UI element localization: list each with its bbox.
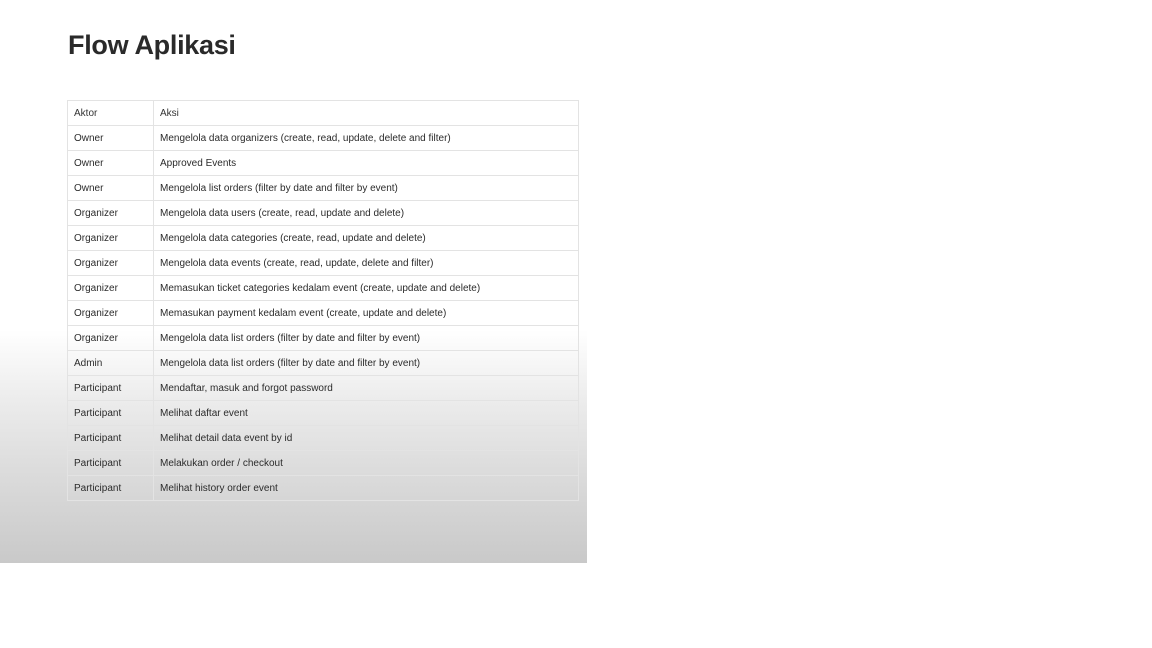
table-row: Owner Mengelola list orders (filter by da… bbox=[67, 175, 579, 201]
actor-cell: Participant bbox=[67, 400, 154, 426]
slide-title: Flow Aplikasi bbox=[68, 30, 236, 60]
action-cell: Melihat daftar event bbox=[153, 400, 579, 426]
actor-cell: Owner bbox=[67, 175, 154, 201]
table-row: Organizer Mengelola data list orders (fil… bbox=[67, 325, 579, 351]
table-row: Organizer Mengelola data users (create, r… bbox=[67, 200, 579, 226]
actor-cell: Participant bbox=[67, 425, 154, 451]
actor-cell: Organizer bbox=[67, 250, 154, 276]
table-row: Participant Melakukan order / checkout bbox=[67, 450, 579, 476]
action-cell: Mengelola data list orders (filter by da… bbox=[153, 325, 579, 351]
actor-cell: Participant bbox=[67, 450, 154, 476]
table-row: Organizer Mengelola data events (create, … bbox=[67, 250, 579, 276]
actor-cell: Owner bbox=[67, 125, 154, 151]
actor-cell: Participant bbox=[67, 475, 154, 501]
actor-cell: Organizer bbox=[67, 300, 154, 326]
table-row: Admin Mengelola data list orders (filter … bbox=[67, 350, 579, 376]
action-cell: Melihat history order event bbox=[153, 475, 579, 501]
header-actor: Aktor bbox=[67, 100, 154, 126]
table-row: Participant Mendaftar, masuk and forgot p… bbox=[67, 375, 579, 401]
table-body: Aktor Aksi Owner Mengelola data organizer… bbox=[67, 100, 579, 501]
action-cell: Memasukan payment kedalam event (create,… bbox=[153, 300, 579, 326]
table-row: Organizer Mengelola data categories (crea… bbox=[67, 225, 579, 251]
presentation-slide: Flow Aplikasi Aktor Aksi Owner Mengelola … bbox=[0, 0, 587, 563]
action-cell: Mengelola list orders (filter by date an… bbox=[153, 175, 579, 201]
actor-cell: Organizer bbox=[67, 225, 154, 251]
actor-cell: Owner bbox=[67, 150, 154, 176]
action-cell: Approved Events bbox=[153, 150, 579, 176]
table-header-row: Aktor Aksi bbox=[67, 100, 579, 126]
action-cell: Mengelola data events (create, read, upd… bbox=[153, 250, 579, 276]
actor-cell: Organizer bbox=[67, 325, 154, 351]
action-cell: Memasukan ticket categories kedalam even… bbox=[153, 275, 579, 301]
page: Flow Aplikasi Aktor Aksi Owner Mengelola … bbox=[0, 0, 1152, 648]
action-cell: Mengelola data list orders (filter by da… bbox=[153, 350, 579, 376]
table-row: Participant Melihat daftar event bbox=[67, 400, 579, 426]
table-row: Participant Melihat detail data event by … bbox=[67, 425, 579, 451]
table-row: Owner Mengelola data organizers (create, … bbox=[67, 125, 579, 151]
action-cell: Melakukan order / checkout bbox=[153, 450, 579, 476]
action-cell: Melihat detail data event by id bbox=[153, 425, 579, 451]
table-row: Organizer Memasukan ticket categories ked… bbox=[67, 275, 579, 301]
action-cell: Mengelola data users (create, read, upda… bbox=[153, 200, 579, 226]
table-row: Organizer Memasukan payment kedalam event… bbox=[67, 300, 579, 326]
actor-cell: Organizer bbox=[67, 275, 154, 301]
actor-cell: Organizer bbox=[67, 200, 154, 226]
actor-cell: Participant bbox=[67, 375, 154, 401]
action-cell: Mengelola data categories (create, read,… bbox=[153, 225, 579, 251]
action-cell: Mendaftar, masuk and forgot password bbox=[153, 375, 579, 401]
action-cell: Mengelola data organizers (create, read,… bbox=[153, 125, 579, 151]
actor-cell: Admin bbox=[67, 350, 154, 376]
table-row: Participant Melihat history order event bbox=[67, 475, 579, 501]
table-row: Owner Approved Events bbox=[67, 150, 579, 176]
flow-table: Aktor Aksi Owner Mengelola data organizer… bbox=[67, 100, 579, 501]
header-action: Aksi bbox=[153, 100, 579, 126]
